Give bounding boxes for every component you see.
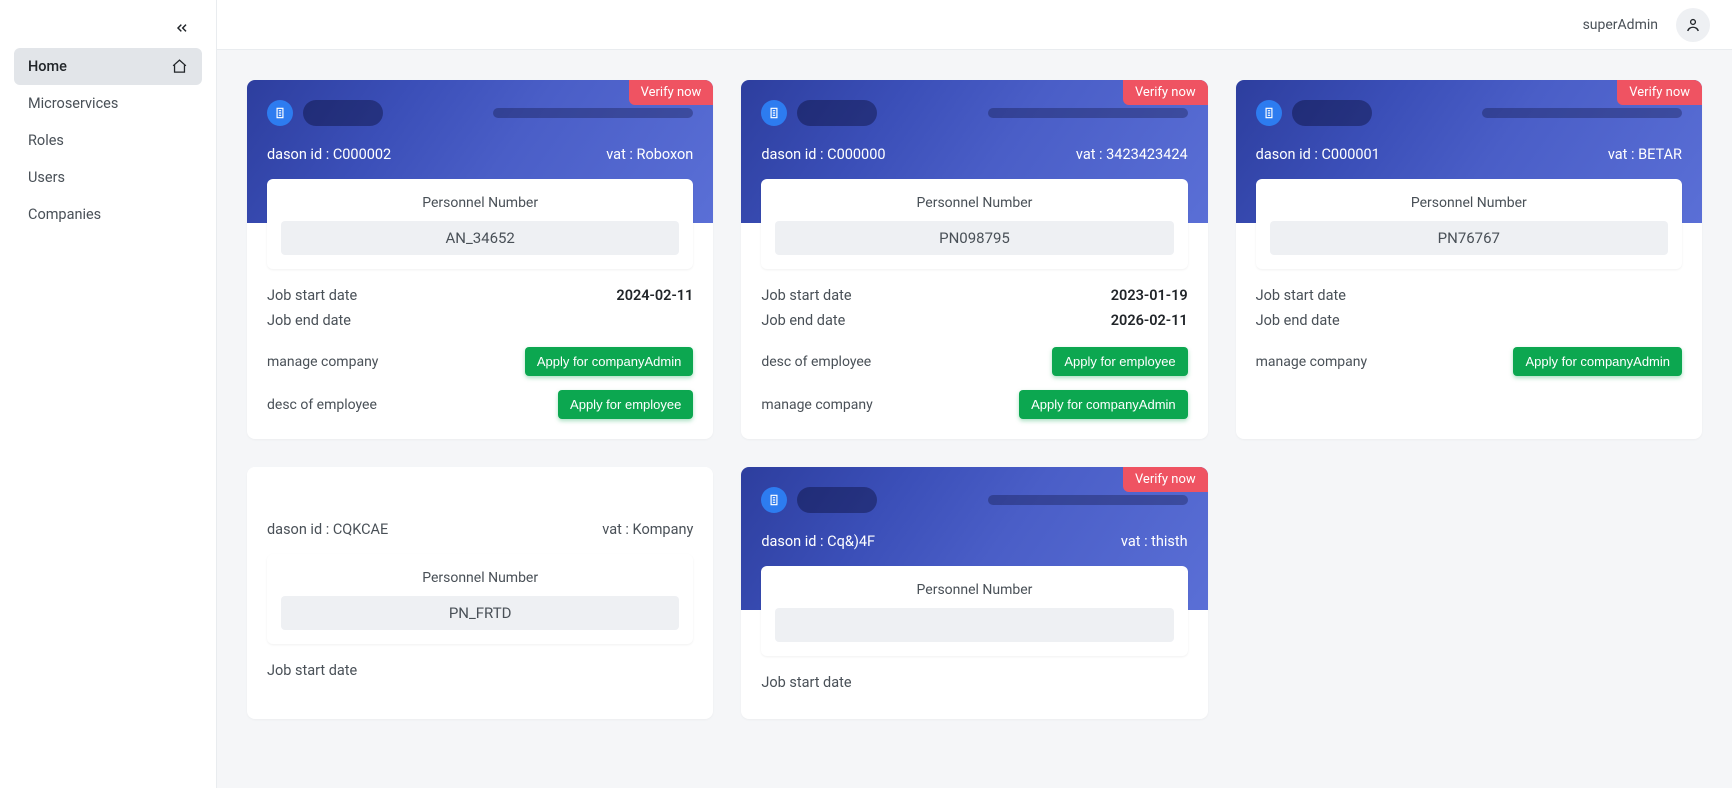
job-end-label: Job end date [1256, 312, 1340, 329]
personnel-number-value: PN_FRTD [281, 596, 679, 630]
job-end-value: 2026-02-11 [1111, 312, 1188, 329]
card-body: Job start date [247, 644, 713, 707]
vat-value: vat : 3423423424 [1076, 146, 1188, 163]
current-user-label: superAdmin [1583, 17, 1658, 33]
job-end-label: Job end date [267, 312, 351, 329]
card-body: Job start date [741, 656, 1207, 719]
vat-value: vat : BETAR [1608, 146, 1682, 163]
placeholder-pill [797, 100, 877, 126]
apply-button[interactable]: Apply for companyAdmin [1019, 390, 1188, 419]
sidebar-item-label: Companies [28, 206, 101, 223]
personnel-number-label: Personnel Number [775, 582, 1173, 598]
sidebar-item-microservices[interactable]: Microservices [14, 85, 202, 122]
placeholder-bar [493, 108, 693, 118]
action-label: manage company [761, 397, 872, 413]
personnel-number-box: Personnel Number PN76767 [1256, 179, 1682, 269]
placeholder-bar [988, 108, 1188, 118]
building-icon [761, 100, 787, 126]
dason-id: dason id : Cq&)4F [761, 533, 875, 550]
verify-now-button[interactable]: Verify now [1123, 80, 1208, 105]
verify-now-button[interactable]: Verify now [1123, 467, 1208, 492]
company-card: dason id : CQKCAE vat : Kompany Personnel … [247, 467, 713, 719]
apply-button[interactable]: Apply for employee [1052, 347, 1187, 376]
personnel-number-label: Personnel Number [1270, 195, 1668, 211]
placeholder-bar [1482, 108, 1682, 118]
company-card: Verify now dason id : C000000 vat : 342342… [741, 80, 1207, 439]
apply-button[interactable]: Apply for companyAdmin [525, 347, 694, 376]
personnel-number-value: AN_34652 [281, 221, 679, 255]
sidebar-item-label: Roles [28, 132, 64, 149]
company-card: Verify now dason id : Cq&)4F vat : thisth P… [741, 467, 1207, 719]
job-start-label: Job start date [1256, 287, 1346, 304]
sidebar-item-roles[interactable]: Roles [14, 122, 202, 159]
card-body: Job start date Job end date manage company… [1236, 269, 1702, 396]
action-label: desc of employee [761, 354, 871, 370]
personnel-number-label: Personnel Number [775, 195, 1173, 211]
placeholder-pill [303, 100, 383, 126]
personnel-number-value [775, 608, 1173, 642]
sidebar-item-companies[interactable]: Companies [14, 196, 202, 233]
avatar[interactable] [1676, 8, 1710, 42]
card-body: Job start date 2023-01-19 Job end date 2026… [741, 269, 1207, 439]
building-icon [267, 100, 293, 126]
dason-id: dason id : C000000 [761, 146, 885, 163]
topbar: superAdmin [217, 0, 1732, 50]
action-label: desc of employee [267, 397, 377, 413]
apply-button[interactable]: Apply for companyAdmin [1513, 347, 1682, 376]
personnel-number-box: Personnel Number [761, 566, 1187, 656]
verify-now-button[interactable]: Verify now [1617, 80, 1702, 105]
sidebar-item-users[interactable]: Users [14, 159, 202, 196]
building-icon [761, 487, 787, 513]
personnel-number-box: Personnel Number PN_FRTD [267, 554, 693, 644]
vat-value: vat : Kompany [602, 521, 693, 538]
apply-button[interactable]: Apply for employee [558, 390, 693, 419]
sidebar-item-label: Microservices [28, 95, 118, 112]
job-start-label: Job start date [761, 674, 851, 691]
job-start-label: Job start date [267, 287, 357, 304]
action-label: manage company [267, 354, 378, 370]
verify-now-button[interactable]: Verify now [629, 80, 714, 105]
job-start-label: Job start date [761, 287, 851, 304]
job-end-label: Job end date [761, 312, 845, 329]
placeholder-pill [1292, 100, 1372, 126]
personnel-number-value: PN76767 [1270, 221, 1668, 255]
personnel-number-label: Personnel Number [281, 570, 679, 586]
dason-id: dason id : C000001 [1256, 146, 1380, 163]
sidebar-item-label: Users [28, 169, 65, 186]
dason-id: dason id : CQKCAE [267, 521, 388, 538]
vat-value: vat : thisth [1121, 533, 1188, 550]
sidebar-item-home[interactable]: Home [14, 48, 202, 85]
action-label: manage company [1256, 354, 1367, 370]
home-icon [171, 58, 188, 75]
personnel-number-label: Personnel Number [281, 195, 679, 211]
placeholder-pill [797, 487, 877, 513]
building-icon [1256, 100, 1282, 126]
placeholder-bar [988, 495, 1188, 505]
personnel-number-value: PN098795 [775, 221, 1173, 255]
sidebar-collapse-icon[interactable] [172, 18, 192, 38]
sidebar-item-label: Home [28, 58, 67, 75]
card-body: Job start date 2024-02-11 Job end date mana… [247, 269, 713, 439]
dason-id: dason id : C000002 [267, 146, 391, 163]
job-start-value: 2024-02-11 [616, 287, 693, 304]
job-start-value: 2023-01-19 [1111, 287, 1188, 304]
personnel-number-box: Personnel Number PN098795 [761, 179, 1187, 269]
vat-value: vat : Roboxon [606, 146, 693, 163]
company-card: Verify now dason id : C000001 vat : BETAR P… [1236, 80, 1702, 439]
personnel-number-box: Personnel Number AN_34652 [267, 179, 693, 269]
sidebar: Home Microservices Roles Users Companies [0, 0, 217, 788]
company-card: Verify now dason id : C000002 vat : Roboxo… [247, 80, 713, 439]
job-start-label: Job start date [267, 662, 357, 679]
